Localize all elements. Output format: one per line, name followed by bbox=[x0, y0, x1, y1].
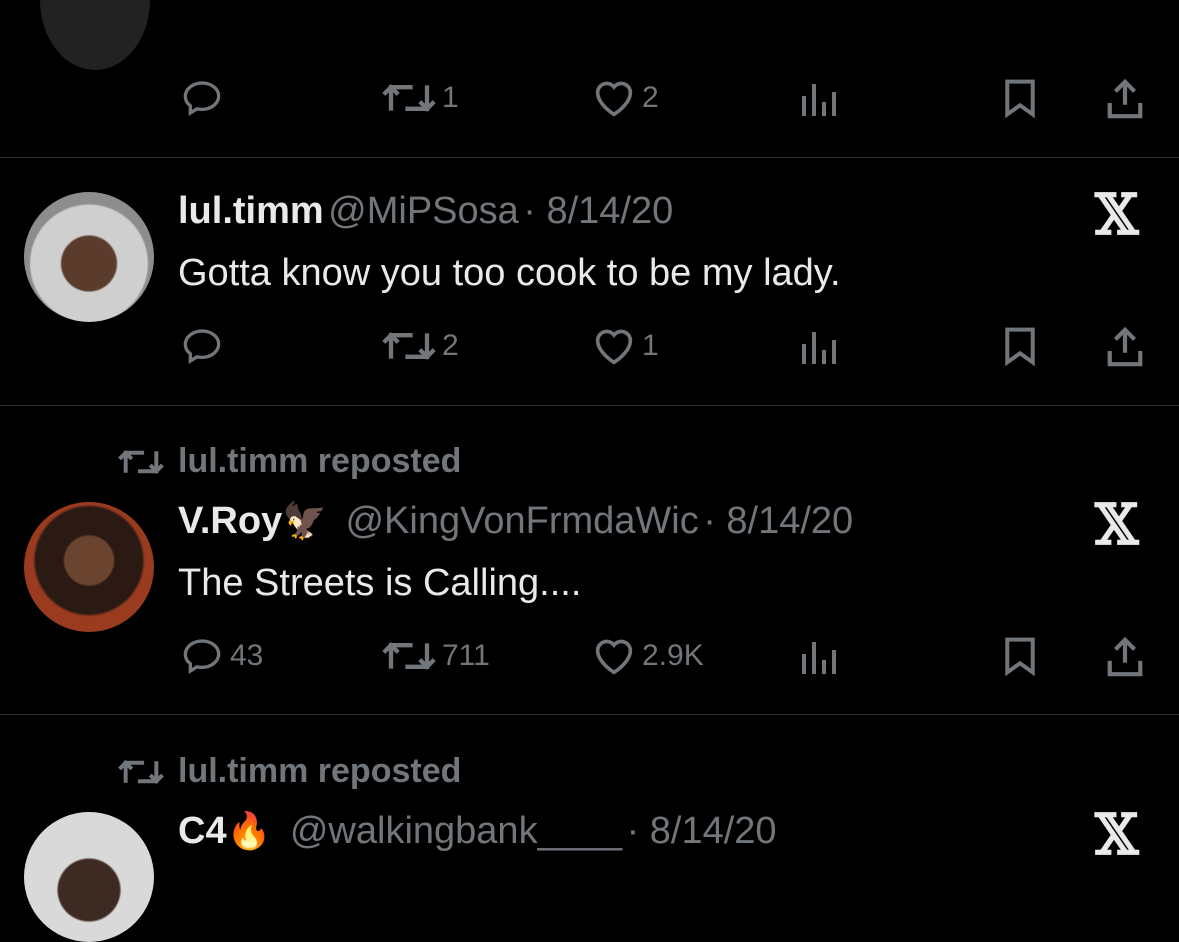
avatar[interactable] bbox=[24, 502, 154, 632]
bookmark-button[interactable] bbox=[1000, 636, 1040, 676]
like-icon bbox=[595, 639, 633, 675]
bookmark-icon bbox=[1005, 637, 1035, 676]
divider bbox=[0, 157, 1179, 158]
x-logo-icon: 𝕏 bbox=[1095, 802, 1139, 868]
reply-button[interactable] bbox=[180, 326, 230, 366]
bookmark-icon bbox=[1005, 79, 1035, 118]
like-count: 2 bbox=[642, 81, 659, 114]
retweet-button[interactable]: 2 bbox=[382, 326, 459, 366]
share-icon bbox=[1107, 78, 1143, 119]
like-button[interactable]: 1 bbox=[592, 326, 659, 366]
share-icon bbox=[1107, 636, 1143, 677]
like-button[interactable]: 2 bbox=[592, 78, 659, 118]
views-icon bbox=[802, 332, 836, 364]
like-count: 2.9K bbox=[642, 639, 704, 672]
share-icon bbox=[1107, 326, 1143, 367]
views-icon bbox=[802, 642, 836, 674]
views-button[interactable] bbox=[798, 636, 838, 676]
retweet-button[interactable]: 711 bbox=[382, 636, 490, 676]
tweet-header: lul.timm @MiPSosa · 8/14/20 bbox=[178, 190, 673, 233]
tweet-header: C4🔥 @walkingbank____ · 8/14/20 bbox=[178, 810, 777, 853]
repost-label: lul.timm reposted bbox=[178, 752, 462, 790]
bookmark-icon bbox=[1005, 327, 1035, 366]
divider bbox=[0, 405, 1179, 406]
timestamp[interactable]: · 8/14/20 bbox=[523, 190, 673, 232]
reply-button[interactable]: 43 bbox=[180, 636, 263, 676]
retweet-icon bbox=[382, 642, 436, 670]
repost-indicator[interactable]: lul.timm reposted bbox=[118, 442, 461, 481]
retweet-icon bbox=[382, 84, 436, 112]
timestamp[interactable]: · 8/14/20 bbox=[703, 500, 853, 542]
retweet-count: 2 bbox=[442, 329, 459, 362]
reply-icon bbox=[183, 81, 221, 117]
share-button[interactable] bbox=[1104, 636, 1146, 678]
bookmark-button[interactable] bbox=[1000, 78, 1040, 118]
like-icon bbox=[595, 329, 633, 365]
display-name[interactable]: lul.timm bbox=[178, 190, 324, 232]
tweet-text: The Streets is Calling.... bbox=[178, 562, 582, 604]
like-button[interactable]: 2.9K bbox=[592, 636, 704, 676]
eagle-emoji: 🦅 bbox=[282, 500, 328, 541]
retweet-icon bbox=[118, 449, 164, 474]
tweet-header: V.Roy🦅 @KingVonFrmdaWic · 8/14/20 bbox=[178, 500, 853, 543]
repost-label: lul.timm reposted bbox=[178, 442, 462, 480]
retweet-count: 1 bbox=[442, 81, 459, 114]
views-button[interactable] bbox=[798, 326, 838, 366]
handle[interactable]: @MiPSosa bbox=[328, 190, 519, 232]
bookmark-button[interactable] bbox=[1000, 326, 1040, 366]
reply-icon bbox=[183, 639, 221, 675]
share-button[interactable] bbox=[1104, 78, 1146, 120]
handle[interactable]: @KingVonFrmdaWic bbox=[345, 500, 698, 542]
fire-emoji: 🔥 bbox=[226, 810, 272, 851]
retweet-icon bbox=[382, 332, 436, 360]
reply-button[interactable] bbox=[180, 78, 230, 118]
reply-icon bbox=[183, 329, 221, 365]
x-logo-icon: 𝕏 bbox=[1095, 182, 1139, 248]
views-button[interactable] bbox=[798, 78, 838, 118]
views-icon bbox=[802, 84, 836, 116]
reply-count: 43 bbox=[230, 639, 264, 672]
tweet-text: Gotta know you too cook to be my lady. bbox=[178, 252, 841, 294]
like-count: 1 bbox=[642, 329, 659, 362]
timestamp[interactable]: · 8/14/20 bbox=[627, 810, 777, 852]
retweet-icon bbox=[118, 759, 164, 784]
avatar[interactable] bbox=[24, 812, 154, 942]
avatar[interactable] bbox=[24, 192, 154, 322]
avatar[interactable] bbox=[40, 0, 150, 70]
divider bbox=[0, 714, 1179, 715]
display-name[interactable]: V.Roy bbox=[178, 500, 282, 542]
handle[interactable]: @walkingbank____ bbox=[290, 810, 622, 852]
display-name[interactable]: C4 bbox=[178, 810, 227, 852]
x-logo-icon: 𝕏 bbox=[1095, 492, 1139, 558]
share-button[interactable] bbox=[1104, 326, 1146, 368]
repost-indicator[interactable]: lul.timm reposted bbox=[118, 752, 461, 791]
like-icon bbox=[595, 81, 633, 117]
retweet-count: 711 bbox=[442, 639, 490, 672]
retweet-button[interactable]: 1 bbox=[382, 78, 459, 118]
